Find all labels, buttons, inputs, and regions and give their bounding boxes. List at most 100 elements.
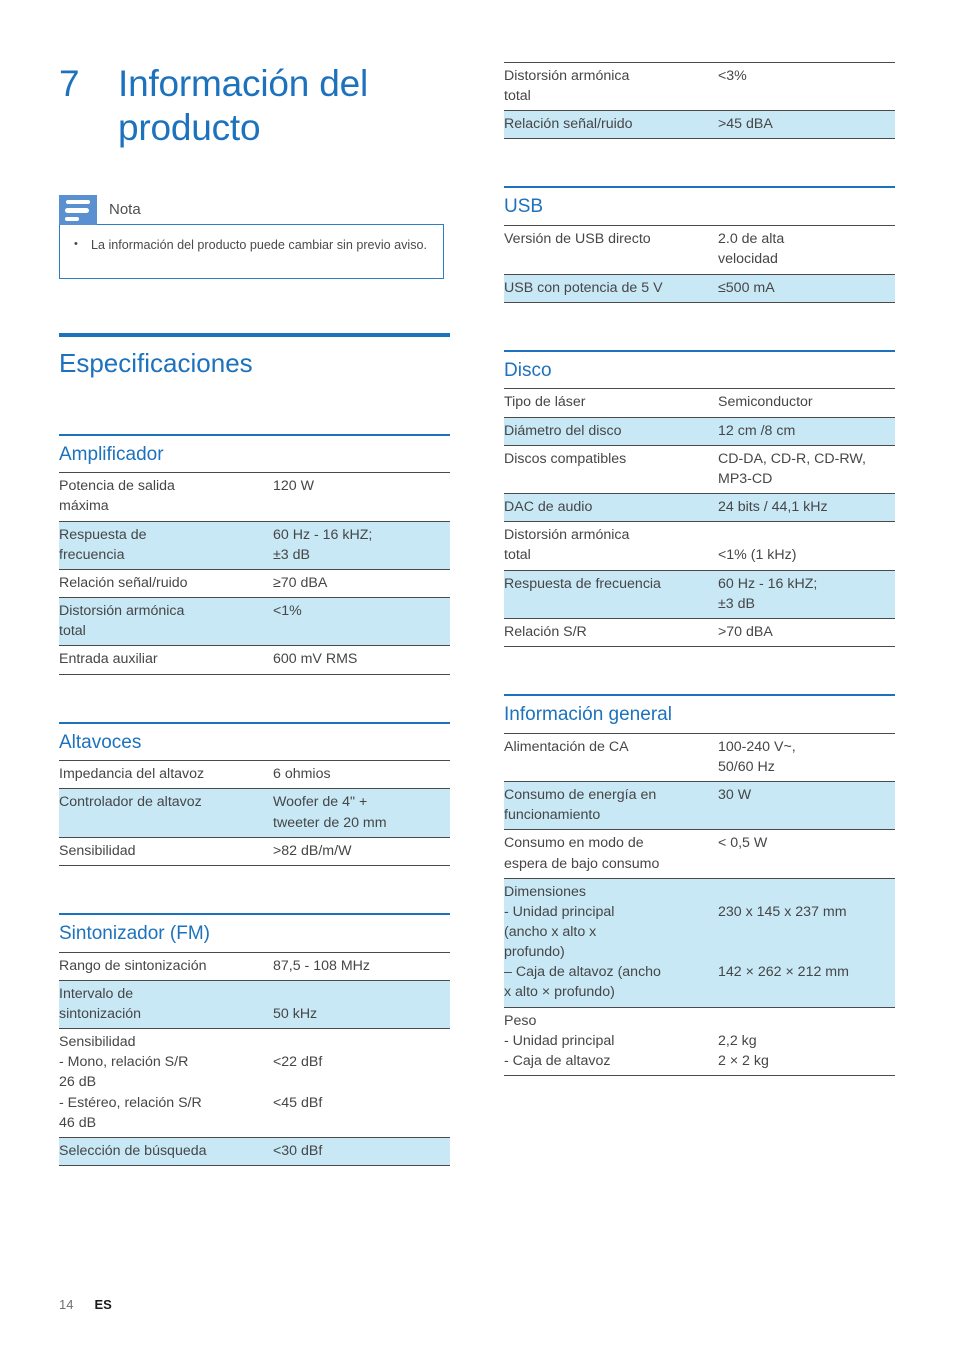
row-value: <30 dBf	[273, 1137, 450, 1167]
block-rule	[504, 186, 895, 189]
table-altavoces: Impedancia del altavoz 6 ohmios Controlado…	[59, 760, 450, 866]
row-value: 60 Hz - 16 kHZ; ±3 dB	[718, 570, 895, 619]
block-tuner-continued: Distorsión armónica total <3% Relación señ…	[504, 61, 895, 140]
row-label: Relación S/R	[504, 618, 718, 648]
table-row: Respuesta de frecuencia 60 Hz - 16 kHZ; ±…	[504, 570, 895, 619]
row-label: Alimentación de CA	[504, 732, 718, 783]
block-usb: USB Versión de USB directo 2.0 de alta ve…	[504, 186, 895, 303]
row-value: >70 dBA	[718, 618, 895, 648]
row-label: Peso - Unidad principal - Caja de altavo…	[504, 1007, 718, 1077]
row-label: Tipo de láser	[504, 388, 718, 418]
table-row: Sensibilidad - Mono, relación S/R 26 dB …	[59, 1028, 450, 1138]
table-row: Entrada auxiliar 600 mV RMS	[59, 645, 450, 675]
table-row: Distorsión armónica total <1% (1 kHz)	[504, 521, 895, 571]
block-title-amplificador: Amplificador	[59, 443, 164, 465]
row-value: ≥70 dBA	[273, 569, 450, 599]
table-row: Respuesta de frecuencia 60 Hz - 16 kHZ; ±…	[59, 521, 450, 570]
block-altavoces: Altavoces Impedancia del altavoz 6 ohmios…	[59, 721, 450, 866]
row-label: Discos compatibles	[504, 445, 718, 495]
block-rule	[504, 349, 895, 352]
block-rule	[59, 721, 450, 724]
table-row: Diámetro del disco 12 cm /8 cm	[504, 417, 895, 446]
note-list-item: • La información del producto puede camb…	[74, 236, 429, 255]
table-row: Distorsión armónica total <1%	[59, 597, 450, 647]
row-value: 87,5 - 108 MHz	[273, 951, 450, 981]
table-row: Intervalo de sintonización 50 kHz	[59, 980, 450, 1030]
row-label: Consumo en modo de espera de bajo consum…	[504, 829, 718, 879]
note-body: • La información del producto puede camb…	[59, 225, 444, 280]
table-body: Distorsión armónica total <3% Relación señ…	[504, 61, 895, 140]
row-label: Consumo de energía en funcionamiento	[504, 781, 718, 831]
table-row: Controlador de altavoz Woofer de 4" + twe…	[59, 788, 450, 838]
table-row: Relación señal/ruido >45 dBA	[504, 110, 895, 140]
table-row: Rango de sintonización 87,5 - 108 MHz	[59, 951, 450, 981]
row-value: 12 cm /8 cm	[718, 417, 895, 446]
page-number: 14	[59, 1297, 74, 1312]
row-label: Distorsión armónica total	[504, 61, 718, 112]
section-rule	[59, 333, 450, 338]
table-row: Sensibilidad >82 dB/m/W	[59, 837, 450, 866]
block-rule	[59, 433, 450, 436]
table-tuner-continued: Distorsión armónica total <3% Relación señ…	[504, 61, 895, 140]
row-value: Semiconductor	[718, 388, 895, 418]
row-value: 30 W	[718, 781, 895, 831]
block-title-informacion-general: Información general	[504, 704, 672, 725]
table-row: Distorsión armónica total <3%	[504, 61, 895, 112]
bullet-icon: •	[74, 238, 78, 251]
row-label: Distorsión armónica total	[59, 597, 273, 647]
block-title-disco: Disco	[504, 359, 552, 381]
row-value: 230 x 145 x 237 mm 142 × 262 × 212 mm	[718, 878, 895, 1008]
block-amplificador: Amplificador Potencia de salida máxima 12…	[59, 433, 450, 675]
table-informacion-general: Alimentación de CA 100-240 V~, 50/60 Hz Co…	[504, 732, 895, 1077]
block-rule	[504, 694, 895, 696]
table-disco: Tipo de láser Semiconductor Diámetro del d…	[504, 388, 895, 648]
row-value: < 0,5 W	[718, 829, 895, 879]
table-row: Consumo de energía en funcionamiento 30 W	[504, 781, 895, 831]
table-row: Dimensiones - Unidad principal (ancho x …	[504, 878, 895, 1008]
row-label: Sensibilidad	[59, 837, 273, 866]
row-value: 120 W	[273, 472, 450, 522]
table-body: Versión de USB directo 2.0 de alta veloci…	[504, 225, 895, 303]
row-label: Selección de búsqueda	[59, 1137, 273, 1167]
block-title-altavoces: Altavoces	[59, 731, 142, 753]
row-label: USB con potencia de 5 V	[504, 274, 718, 303]
note-text: La información del producto puede cambia…	[91, 238, 428, 253]
row-label: Dimensiones - Unidad principal (ancho x …	[504, 878, 718, 1008]
block-disco: Disco Tipo de láser Semiconductor Diámetro…	[504, 349, 895, 648]
row-label: Controlador de altavoz	[59, 788, 273, 838]
row-value: CD-DA, CD-R, CD-RW, MP3-CD	[718, 445, 895, 495]
row-value: 2,2 kg 2 × 2 kg	[718, 1007, 895, 1077]
row-value: 2.0 de alta velocidad	[718, 225, 895, 275]
table-body: Impedancia del altavoz 6 ohmios Controlado…	[59, 760, 450, 866]
table-usb: Versión de USB directo 2.0 de alta veloci…	[504, 225, 895, 303]
specifications-section: Especificaciones	[59, 333, 450, 379]
table-body: Rango de sintonización 87,5 - 108 MHz Inte…	[59, 951, 450, 1167]
row-value: ≤500 mA	[718, 274, 895, 303]
page-footer: 14 ES	[59, 1297, 112, 1312]
row-label: Impedancia del altavoz	[59, 760, 273, 790]
row-label: Intervalo de sintonización	[59, 980, 273, 1030]
chapter-number: 7	[59, 63, 80, 104]
row-label: Distorsión armónica total	[504, 521, 718, 571]
note-lines-icon	[59, 195, 97, 226]
table-row: Relación S/R >70 dBA	[504, 618, 895, 648]
table-body: Alimentación de CA 100-240 V~, 50/60 Hz Co…	[504, 732, 895, 1077]
table-body: Tipo de láser Semiconductor Diámetro del d…	[504, 388, 895, 648]
table-row: Discos compatibles CD-DA, CD-R, CD-RW, MP…	[504, 445, 895, 495]
language-code: ES	[94, 1297, 112, 1312]
table-row: Tipo de láser Semiconductor	[504, 388, 895, 418]
block-rule	[59, 912, 450, 915]
table-row: Potencia de salida máxima 120 W	[59, 472, 450, 522]
row-value: 50 kHz	[273, 980, 450, 1030]
row-value: 24 bits / 44,1 kHz	[718, 493, 895, 523]
row-label: Respuesta de frecuencia	[504, 570, 718, 619]
table-row: Alimentación de CA 100-240 V~, 50/60 Hz	[504, 732, 895, 783]
row-value: 60 Hz - 16 kHZ; ±3 dB	[273, 521, 450, 570]
note-header: Nota	[59, 195, 444, 226]
table-row: Peso - Unidad principal - Caja de altavo…	[504, 1007, 895, 1077]
block-title-sintonizador: Sintonizador (FM)	[59, 922, 210, 944]
row-label: Versión de USB directo	[504, 225, 718, 275]
block-informacion-general: Información general Alimentación de CA 10…	[504, 694, 895, 1077]
right-column: Distorsión armónica total <3% Relación señ…	[504, 61, 895, 1077]
table-row: Impedancia del altavoz 6 ohmios	[59, 760, 450, 790]
